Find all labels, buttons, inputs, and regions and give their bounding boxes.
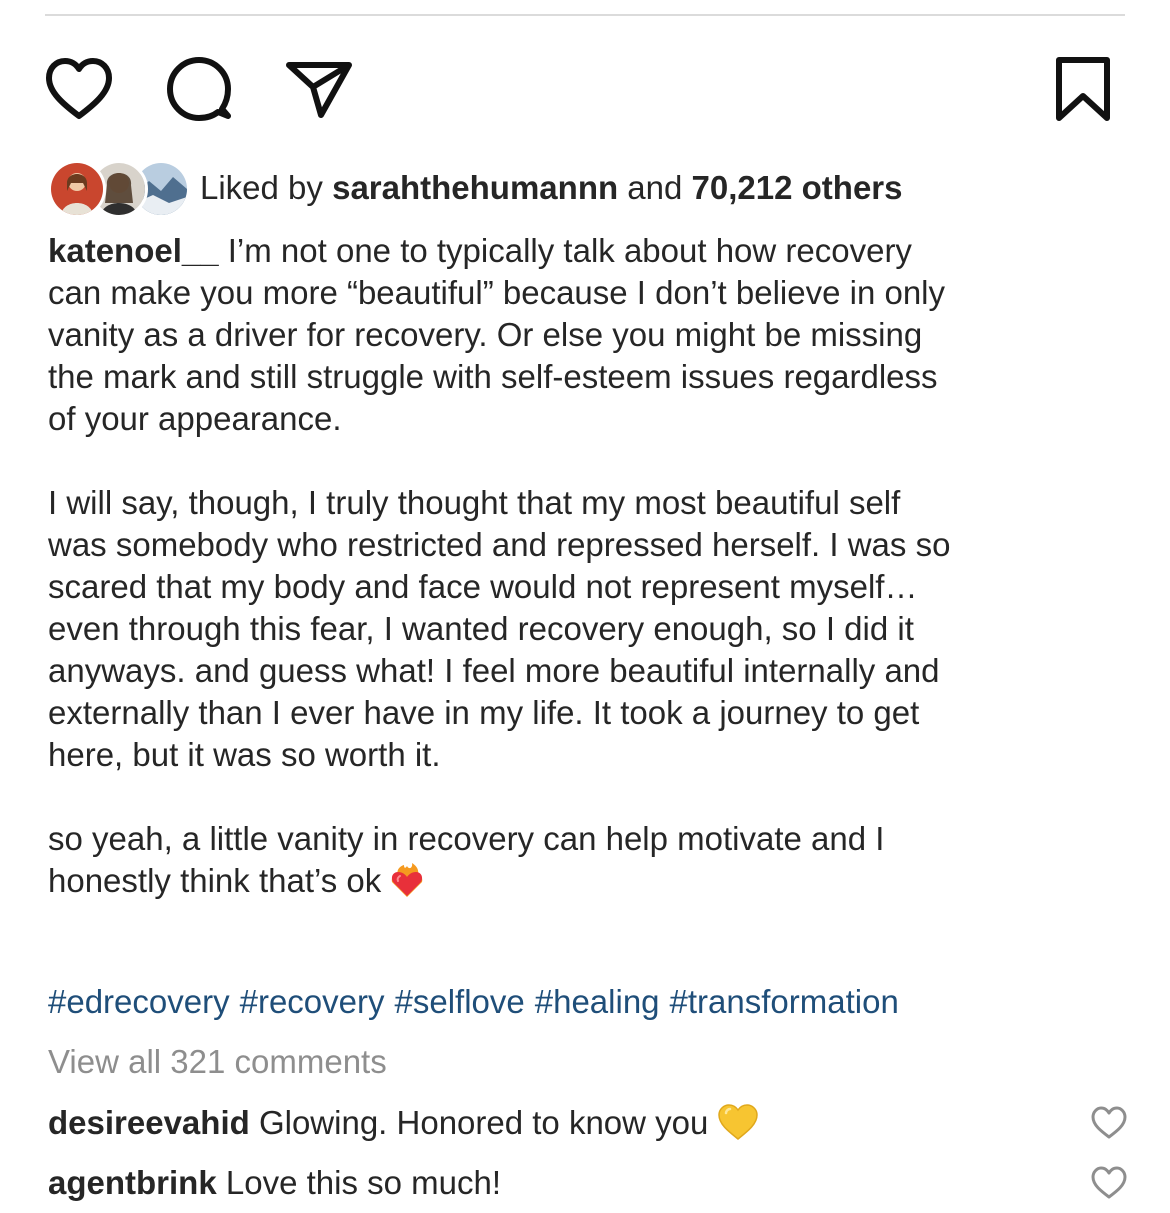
comment-like-heart-icon[interactable]: [1090, 1105, 1128, 1141]
heart-icon: [46, 58, 112, 119]
hashtags: #edrecovery #recovery #selflove #healing #tr…: [48, 981, 909, 1023]
share-button[interactable]: [282, 52, 356, 126]
liked-by-row[interactable]: Liked by sarahthehumannn and 70,212 othe…: [48, 160, 903, 218]
comment-button[interactable]: [162, 52, 236, 126]
like-button[interactable]: [42, 52, 116, 126]
comment-username[interactable]: agentbrink: [48, 1164, 217, 1201]
comment-username[interactable]: desireevahid: [48, 1104, 250, 1141]
liked-by-text: Liked by sarahthehumannn and 70,212 othe…: [200, 160, 903, 216]
yellow-heart-icon: [716, 1102, 760, 1142]
bookmark-icon: [1056, 57, 1110, 121]
post-action-bar: [0, 52, 1170, 126]
hashtag-link[interactable]: #edrecovery: [48, 983, 230, 1020]
comment-row: agentbrink Love this so much!: [48, 1159, 1128, 1207]
top-divider: [45, 14, 1125, 16]
liker-avatars: [48, 160, 190, 218]
comment-text: Glowing. Honored to know you: [249, 1104, 709, 1141]
hashtag-link[interactable]: #healing: [535, 983, 660, 1020]
likes-count[interactable]: 70,212 others: [692, 169, 903, 206]
comment-bubble-icon: [167, 57, 231, 121]
liker-avatar: [48, 160, 106, 218]
hashtag-link[interactable]: #selflove: [395, 983, 525, 1020]
post-caption: katenoel__ I’m not one to typically talk…: [48, 230, 1123, 902]
caption-text: I’m not one to typically talk about how …: [48, 232, 951, 899]
save-button[interactable]: [1046, 52, 1120, 126]
liked-by-user[interactable]: sarahthehumannn: [332, 169, 618, 206]
hashtag-link[interactable]: #transformation: [670, 983, 899, 1020]
caption-username[interactable]: katenoel__: [48, 232, 219, 269]
comment-text: Love this so much!: [216, 1164, 502, 1201]
heart-on-fire-icon: [387, 860, 427, 900]
liked-by-prefix: Liked by: [200, 169, 333, 206]
comment-row: desireevahid Glowing. Honored to know yo…: [48, 1099, 1128, 1147]
view-all-comments-link[interactable]: View all 321 comments: [48, 1041, 387, 1083]
liked-by-middle: and: [618, 169, 692, 206]
hashtag-link[interactable]: #recovery: [240, 983, 385, 1020]
comment-like-heart-icon[interactable]: [1090, 1165, 1128, 1201]
paper-plane-icon: [286, 62, 352, 118]
